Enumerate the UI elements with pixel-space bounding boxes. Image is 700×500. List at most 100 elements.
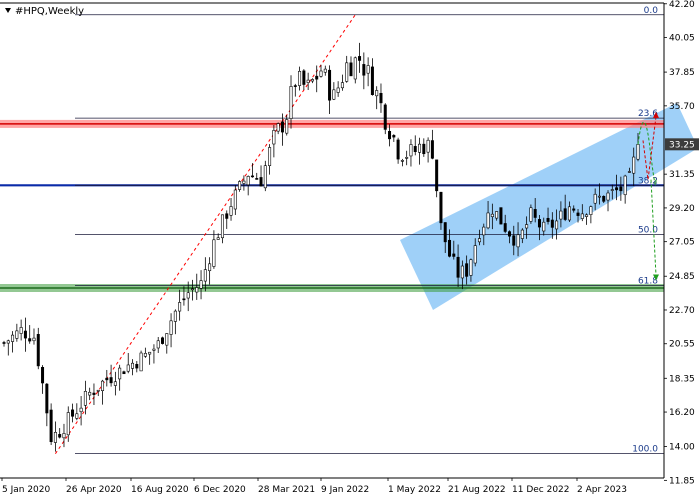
candle-body [490, 213, 494, 218]
candle-body [520, 229, 524, 239]
candle-body [71, 409, 75, 417]
candle-body [388, 130, 392, 140]
candle-body [525, 224, 529, 229]
candle-37 [161, 336, 165, 345]
candle-body [319, 70, 323, 77]
candle-body [315, 75, 319, 80]
candle-body [143, 353, 147, 357]
candle-body [477, 238, 481, 243]
candle-body [529, 207, 533, 222]
x-tick-label: 26 Apr 2020 [66, 485, 122, 495]
candle-body [443, 222, 447, 243]
y-tick-label: 29.20 [669, 204, 695, 214]
candle-body [469, 259, 473, 276]
candle-body [272, 130, 276, 145]
candle-body [238, 181, 242, 190]
y-tick-label: 18.35 [669, 374, 695, 384]
candle-body [370, 66, 374, 96]
candle-body [362, 64, 366, 76]
candle-body [452, 253, 456, 257]
candle-body [567, 206, 571, 221]
candle-body [36, 334, 40, 367]
candle-body [306, 79, 310, 83]
candle-body [366, 65, 370, 74]
candle-body [229, 206, 233, 216]
candle-body [83, 391, 87, 406]
candle-body [619, 186, 623, 192]
candle-body [293, 85, 297, 87]
candle-body [75, 413, 79, 419]
candle-body [246, 176, 250, 186]
candle-body [615, 187, 619, 191]
candle-body [503, 223, 507, 232]
candle-body [340, 82, 344, 89]
candle-body [456, 256, 460, 278]
candle-body [280, 121, 284, 133]
candle-body [15, 330, 19, 339]
candle-body [23, 330, 27, 339]
candle-body [439, 191, 443, 224]
y-tick-label: 20.55 [669, 340, 695, 350]
candle-body [585, 214, 589, 217]
candle-body [375, 90, 379, 97]
candle-body [353, 57, 357, 80]
candle-body [285, 119, 289, 134]
candle-body [101, 380, 105, 391]
candle-body [156, 340, 160, 349]
candle-body [113, 381, 117, 386]
candle-body [413, 146, 417, 153]
fib-label-50-0: 50.0 [638, 226, 658, 236]
candle-body [550, 219, 554, 228]
candle-body [495, 211, 499, 219]
x-tick-label: 28 Mar 2021 [258, 485, 315, 495]
chart-area[interactable]: 0.023.638.250.061.8100.0 42.2040.0537.85… [0, 0, 700, 500]
candle-body [259, 177, 263, 187]
price-axis: 42.20 40.05 37.85 35.70 33.25 31.35 29.20 27.05… [664, 0, 699, 486]
candle-body [597, 195, 601, 198]
candle-body [152, 348, 156, 351]
candle-body [169, 320, 173, 335]
candle-body [62, 433, 66, 439]
candle-body [563, 208, 567, 220]
candle-body [178, 302, 182, 312]
fib-label-100-0: 100.0 [632, 445, 658, 455]
candle-body [190, 288, 194, 291]
candle-body [632, 156, 636, 174]
y-tick-label: 35.70 [669, 102, 695, 112]
y-tick-label: 42.20 [669, 0, 695, 10]
candle-body [465, 263, 469, 277]
y-tick-label: 40.05 [669, 34, 695, 44]
candle-body [572, 208, 576, 211]
candle-body [122, 371, 126, 375]
candle-body [118, 367, 122, 380]
candle-body [392, 135, 396, 138]
candle-body [105, 377, 109, 381]
candle-body [6, 340, 10, 344]
candle-body [49, 409, 53, 443]
x-tick-label: 21 Aug 2022 [448, 485, 506, 495]
candle-body [182, 298, 186, 301]
current-price-label: 33.25 [669, 140, 695, 150]
candle-body [2, 342, 6, 344]
candle-body [161, 337, 165, 344]
candle-body [298, 71, 302, 86]
candle-body [533, 209, 537, 218]
candle-body [225, 213, 229, 219]
candle-body [542, 221, 546, 232]
candle-8 [36, 327, 40, 370]
candle-body [593, 193, 597, 204]
candle-body [139, 352, 143, 372]
candle-body [92, 392, 96, 395]
y-tick-label: 16.20 [669, 408, 695, 418]
candle-body [482, 226, 486, 236]
candle-body [396, 139, 400, 160]
candle-body [96, 389, 100, 392]
y-tick-label: 27.05 [669, 238, 695, 248]
candle-body [173, 310, 177, 322]
candle-body [212, 239, 216, 267]
candle-body [289, 86, 293, 119]
candle-body [460, 265, 464, 279]
x-tick-label: 1 May 2022 [388, 485, 441, 495]
candle-body [66, 412, 70, 436]
candle-body [148, 351, 152, 355]
